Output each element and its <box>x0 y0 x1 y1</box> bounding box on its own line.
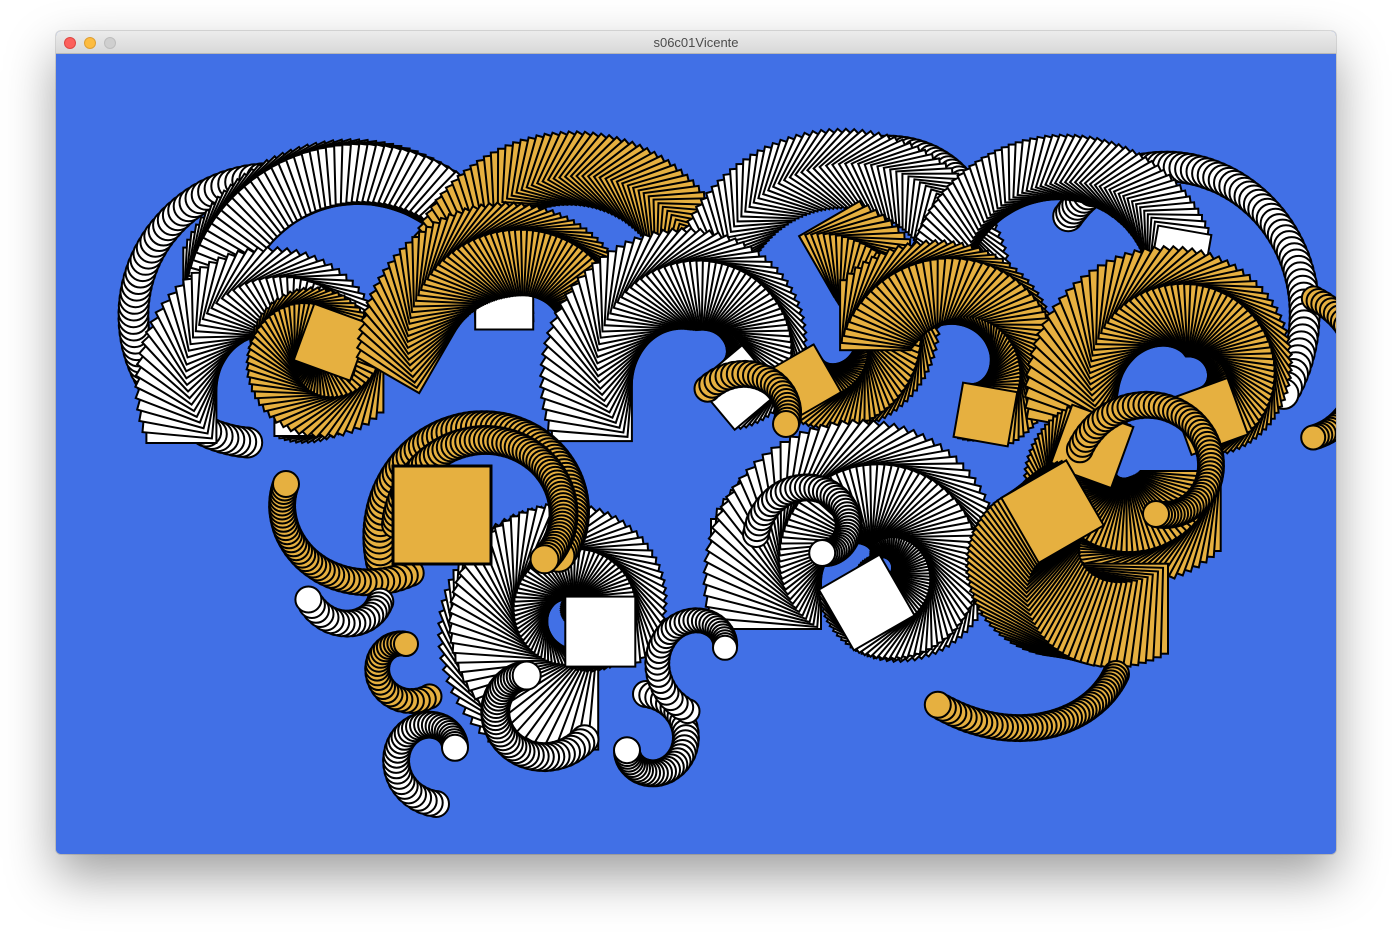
circle-shape <box>808 539 837 567</box>
circle-shape <box>294 585 323 614</box>
circle-shape <box>923 690 952 719</box>
circle-shape <box>712 634 738 661</box>
circle-shape <box>772 410 800 438</box>
sketch-canvas <box>56 54 1336 854</box>
circle-shape <box>441 733 469 762</box>
generative-artwork <box>56 54 1336 854</box>
circle-shape <box>393 631 419 657</box>
square-shape <box>564 595 637 668</box>
circle-shape <box>529 544 560 575</box>
square-shape <box>952 381 1019 448</box>
circle-shape <box>511 660 542 691</box>
title-bar[interactable]: s06c01Vicente <box>56 31 1336 54</box>
center-square <box>391 464 493 566</box>
circle-shape <box>1142 500 1170 528</box>
app-window: s06c01Vicente <box>56 31 1336 854</box>
window-title: s06c01Vicente <box>653 35 739 50</box>
circle-shape <box>272 470 300 498</box>
circle-shape <box>1300 424 1327 451</box>
circle-shape <box>613 736 641 765</box>
